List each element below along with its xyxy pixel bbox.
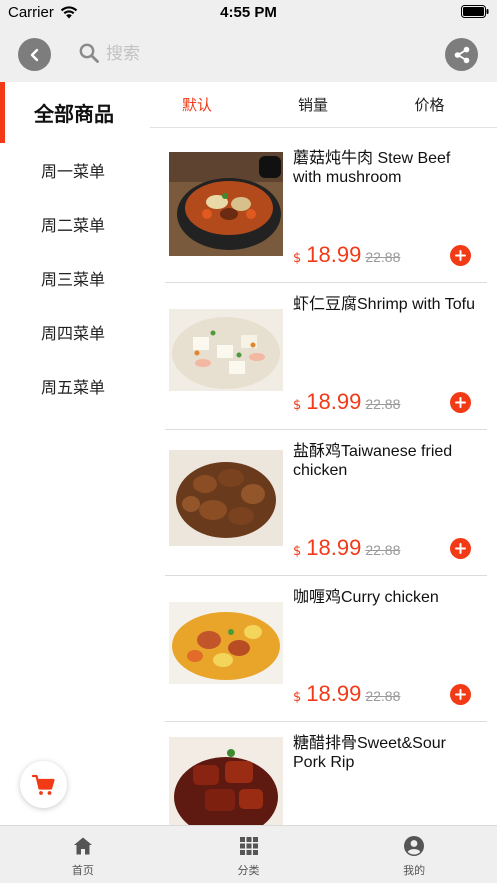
price-current: 18.99 xyxy=(306,534,362,560)
top-bar xyxy=(0,26,497,82)
price-currency: $ xyxy=(293,690,302,706)
product-image-sweet-sour-pork[interactable] xyxy=(169,737,283,825)
price-original: 22.88 xyxy=(365,688,401,705)
product-name: 咖喱鸡Curry chicken xyxy=(293,588,439,606)
sidebar-item-label: 周二菜单 xyxy=(41,216,106,235)
search-icon xyxy=(79,43,99,63)
price-currency: $ xyxy=(293,251,302,267)
share-button[interactable] xyxy=(445,38,478,71)
sidebar-item-label: 全部商品 xyxy=(34,102,114,126)
plus-icon xyxy=(455,396,466,408)
status-bar: Carrier 4:55 PM xyxy=(0,0,497,26)
bottom-nav: 首页 分类 我的 xyxy=(0,825,497,883)
sidebar-item-tuesday[interactable]: 周二菜单 xyxy=(0,197,150,251)
product-image-shrimp-tofu[interactable] xyxy=(169,309,283,392)
product-image-fried-chicken[interactable] xyxy=(169,449,283,546)
price-row: $ 18.99 22.88 xyxy=(293,681,400,707)
product-card[interactable]: 蘑菇炖牛肉 Stew Beef with mushroom $ 18.99 22… xyxy=(165,137,487,284)
price-current: 18.99 xyxy=(306,681,362,707)
nav-item-category[interactable]: 分类 xyxy=(166,826,332,883)
cart-button[interactable] xyxy=(20,761,67,808)
tab-price[interactable]: 价格 xyxy=(382,82,477,127)
product-name: 糖醋排骨Sweet&Sour Pork Rip xyxy=(293,735,446,772)
product-list: 蘑菇炖牛肉 Stew Beef with mushroom $ 18.99 22… xyxy=(165,137,487,825)
product-card[interactable]: 虾仁豆腐Shrimp with Tofu $ 18.99 22.88 xyxy=(165,283,487,430)
sidebar-item-wednesday[interactable]: 周三菜单 xyxy=(0,251,150,305)
tab-sales[interactable]: 销量 xyxy=(244,82,382,127)
nav-item-home[interactable]: 首页 xyxy=(0,826,166,883)
price-current: 18.99 xyxy=(306,388,362,414)
product-name: 虾仁豆腐Shrimp with Tofu xyxy=(293,296,475,314)
nav-label: 分类 xyxy=(237,864,260,877)
price-original: 22.88 xyxy=(365,541,401,558)
price-current: 18.99 xyxy=(306,242,362,268)
battery-icon xyxy=(461,5,489,18)
sidebar-item-friday[interactable]: 周五菜单 xyxy=(0,359,150,413)
search-input[interactable] xyxy=(106,38,426,70)
product-image-beef-stew[interactable] xyxy=(169,152,283,256)
add-to-cart-button[interactable] xyxy=(450,391,471,413)
product-card[interactable]: 咖喱鸡Curry chicken $ 18.99 22.88 xyxy=(165,576,487,723)
sidebar-item-label: 周一菜单 xyxy=(41,162,106,181)
plus-icon xyxy=(455,250,466,262)
product-name: 蘑菇炖牛肉 Stew Beef with mushroom xyxy=(293,150,451,186)
price-original: 22.88 xyxy=(365,249,401,266)
price-row: $ 18.99 22.88 xyxy=(293,389,400,415)
sidebar-item-all-products[interactable]: 全部商品 xyxy=(0,82,150,143)
price-currency: $ xyxy=(293,543,302,559)
active-indicator xyxy=(0,82,5,143)
share-icon xyxy=(454,46,469,63)
user-icon xyxy=(404,836,425,856)
price-currency: $ xyxy=(293,397,302,413)
sort-tabs: 默认 销量 价格 xyxy=(150,82,497,128)
chevron-left-icon xyxy=(30,48,38,61)
plus-icon xyxy=(455,542,466,554)
nav-item-profile[interactable]: 我的 xyxy=(331,826,497,883)
home-icon xyxy=(73,837,92,855)
price-original: 22.88 xyxy=(365,395,401,412)
sidebar-item-thursday[interactable]: 周四菜单 xyxy=(0,305,150,359)
price-row: $ 18.99 22.88 xyxy=(293,242,400,268)
product-card[interactable]: 盐酥鸡Taiwanese fried chicken $ 18.99 22.88 xyxy=(165,430,487,576)
product-card[interactable]: 糖醋排骨Sweet&Sour Pork Rip xyxy=(165,722,487,825)
add-to-cart-button[interactable] xyxy=(450,684,471,706)
back-button[interactable] xyxy=(18,38,51,71)
tab-default[interactable]: 默认 xyxy=(150,82,244,127)
plus-icon xyxy=(455,689,466,701)
product-name: 盐酥鸡Taiwanese fried chicken xyxy=(293,442,453,479)
add-to-cart-button[interactable] xyxy=(450,537,471,559)
sidebar-item-label: 周三菜单 xyxy=(41,270,106,289)
add-to-cart-button[interactable] xyxy=(450,245,471,267)
clock-time: 4:55 PM xyxy=(220,4,277,21)
product-image-curry-chicken[interactable] xyxy=(169,601,283,684)
nav-label: 我的 xyxy=(403,864,426,877)
category-sidebar: 全部商品 周一菜单 周二菜单 周三菜单 周四菜单 周五菜单 xyxy=(0,82,150,825)
nav-label: 首页 xyxy=(71,864,94,877)
shopping-cart-icon xyxy=(31,774,55,795)
sidebar-item-monday[interactable]: 周一菜单 xyxy=(0,143,150,197)
grid-icon xyxy=(239,837,258,855)
sidebar-item-label: 周五菜单 xyxy=(41,378,106,397)
sidebar-item-label: 周四菜单 xyxy=(41,324,106,343)
price-row: $ 18.99 22.88 xyxy=(293,535,400,561)
